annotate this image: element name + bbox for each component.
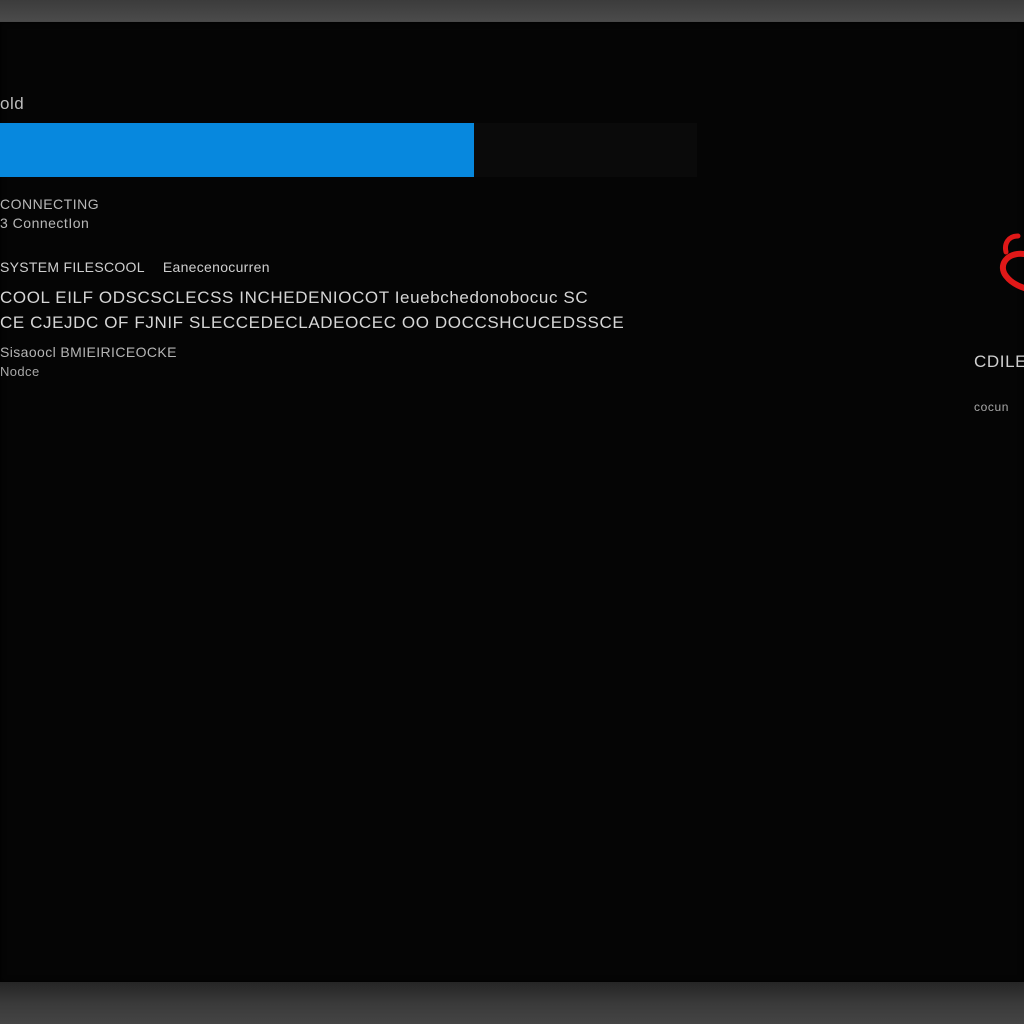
status-line-3-right: Eanecenocurren <box>162 259 270 275</box>
status-line-5: CE CJEJDC OF FJNIF SLECCEDECLADEOCEC OO … <box>0 313 625 332</box>
status-line-6: Sisaoocl BMIEIRICEOCKE <box>0 344 177 360</box>
boot-screen: old CONNECTING 3 ConnectIon SYSTEM FILES… <box>0 22 1024 982</box>
status-line-3-left: SYSTEM FILESCOOL <box>0 259 145 275</box>
status-line-4: COOL EILF ODSCSCLECSS INCHEDENIOCOT Ieue… <box>0 288 589 307</box>
status-line-3: SYSTEM FILESCOOL Eanecenocurren <box>0 259 270 275</box>
status-line-7: Nodce <box>0 364 40 379</box>
side-panel-title: CDILE <box>974 352 1024 371</box>
lock-icon <box>996 232 1024 292</box>
status-line-2: 3 ConnectIon <box>0 215 90 231</box>
side-panel-subtitle: cocun <box>974 400 1010 414</box>
status-header-label: old <box>0 94 25 113</box>
progress-bar-fill <box>0 123 474 177</box>
status-line-1: CONNECTING <box>0 196 100 212</box>
progress-bar <box>0 123 697 177</box>
